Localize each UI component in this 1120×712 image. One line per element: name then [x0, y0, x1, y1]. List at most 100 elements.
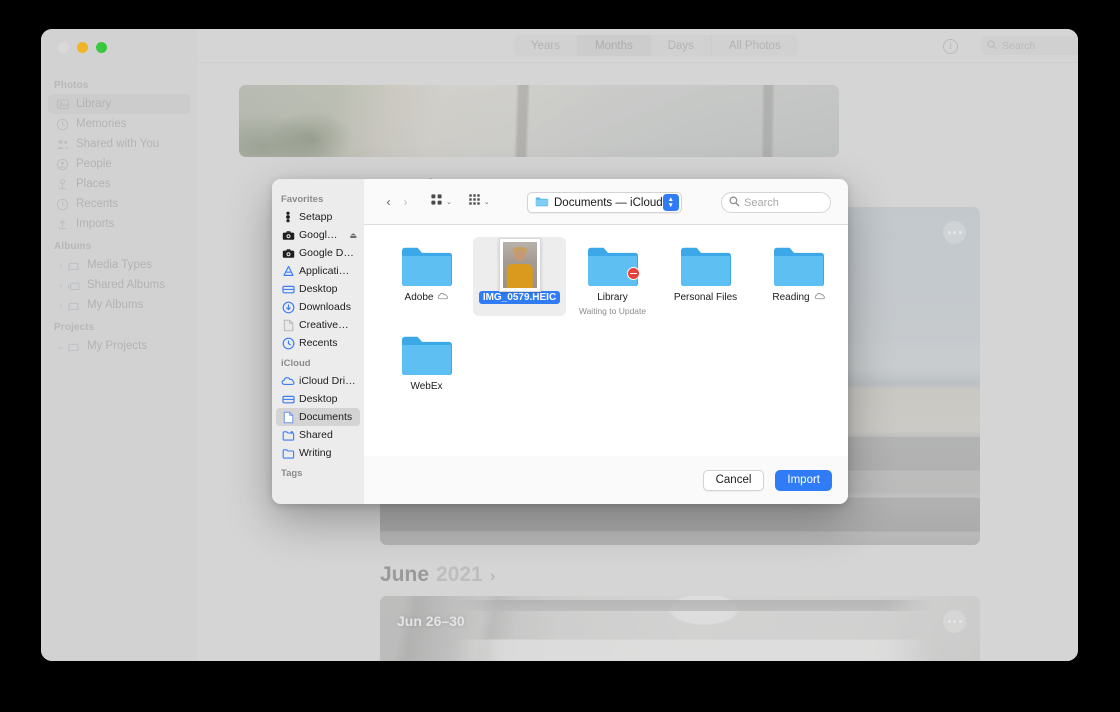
- close-button[interactable]: [58, 42, 69, 53]
- back-button[interactable]: ‹: [380, 192, 397, 211]
- album-icon: [66, 340, 81, 353]
- file-name-text: WebEx: [410, 381, 443, 392]
- photo-thumbnail: [380, 596, 980, 661]
- sidebar-item-my-albums[interactable]: › My Albums: [48, 295, 191, 315]
- sidebar-item-media-types[interactable]: › Media Types: [48, 255, 191, 275]
- tab-years[interactable]: Years: [514, 35, 578, 56]
- dialog-sidebar-item-downloads[interactable]: Downloads: [276, 298, 360, 316]
- chevron-down-icon[interactable]: ⌄: [55, 341, 66, 352]
- import-button[interactable]: Import: [775, 469, 832, 491]
- file-label: Adobe: [401, 291, 453, 304]
- dialog-sidebar-item-label: Google D…: [299, 247, 354, 259]
- photo-card-beach[interactable]: [239, 85, 839, 157]
- tab-all-photos[interactable]: All Photos: [712, 35, 798, 56]
- stepper-icon[interactable]: ▲ ▼: [662, 194, 679, 211]
- dialog-sidebar: Favorites Setapp Googl… ⏏ Google D… Appl…: [272, 179, 364, 504]
- dialog-sidebar-item-icloud-drive[interactable]: iCloud Dri…: [276, 372, 360, 390]
- dialog-sidebar-item-applications[interactable]: Applicati…: [276, 262, 360, 280]
- month-heading-june-2021[interactable]: June 2021 ›: [380, 563, 495, 587]
- dialog-sidebar-item-label: Recents: [299, 337, 338, 349]
- dialog-sidebar-item-shared[interactable]: Shared: [276, 426, 360, 444]
- dialog-sidebar-item-creative-cloud[interactable]: Creative…: [276, 316, 360, 334]
- file-item-webex[interactable]: WebEx: [380, 326, 473, 393]
- document-icon: [281, 319, 295, 332]
- sidebar-item-label: Media Types: [87, 259, 152, 271]
- chevron-right-icon[interactable]: ›: [55, 280, 66, 290]
- file-browser-grid[interactable]: Adobe IMG_0579.HEIC Library Waiting to U…: [364, 225, 848, 456]
- dialog-sidebar-item-writing[interactable]: Writing: [276, 444, 360, 462]
- eject-icon[interactable]: ⏏: [349, 231, 357, 240]
- file-item-reading[interactable]: Reading: [752, 237, 845, 316]
- dialog-search-field[interactable]: Search: [721, 192, 831, 213]
- icon-view-icon: [430, 193, 443, 211]
- applications-icon: [281, 265, 295, 278]
- shared-with-you-icon: [55, 138, 70, 151]
- folder-icon: [679, 242, 732, 286]
- photo-thumbnail: [239, 85, 839, 157]
- dialog-sidebar-item-label: Setapp: [299, 211, 333, 223]
- minimize-button[interactable]: [77, 42, 88, 53]
- gallery-view-button[interactable]: ⌄: [468, 193, 490, 211]
- photo-card-june-2021[interactable]: Jun 26–30: [380, 596, 980, 661]
- file-label: IMG_0579.HEIC: [478, 291, 561, 304]
- icon-view-button[interactable]: ⌄: [430, 193, 452, 211]
- sidebar-item-label: Library: [76, 98, 112, 110]
- downloads-icon: [281, 301, 295, 314]
- dialog-sidebar-item-setapp[interactable]: Setapp: [276, 208, 360, 226]
- file-item-library[interactable]: Library Waiting to Update: [566, 237, 659, 316]
- sidebar-item-shared-albums[interactable]: › Shared Albums: [48, 275, 191, 295]
- photos-search-placeholder: Search: [1002, 39, 1036, 52]
- card-options-icon[interactable]: [943, 221, 966, 244]
- dialog-sidebar-item-desktop-icloud[interactable]: Desktop: [276, 390, 360, 408]
- file-item-img-0579[interactable]: IMG_0579.HEIC: [473, 237, 566, 316]
- sidebar-item-library[interactable]: Library: [48, 94, 191, 114]
- folder-icon: [772, 242, 825, 286]
- sidebar-item-imports[interactable]: Imports: [48, 214, 191, 234]
- photos-search-field[interactable]: Search: [981, 36, 1078, 55]
- dialog-sidebar-item-label: Downloads: [299, 301, 351, 313]
- sidebar-item-people[interactable]: People: [48, 154, 191, 174]
- dialog-search-placeholder: Search: [744, 196, 779, 209]
- info-icon[interactable]: i: [943, 39, 958, 54]
- dialog-sidebar-item-desktop-favorites[interactable]: Desktop: [276, 280, 360, 298]
- sidebar-group-label-photos: Photos: [54, 80, 89, 91]
- waiting-to-update-badge-icon: [627, 267, 640, 280]
- cancel-button[interactable]: Cancel: [702, 469, 765, 491]
- dialog-sidebar-item-google-drive-volume[interactable]: Googl… ⏏: [276, 226, 360, 244]
- photos-sidebar: Photos Library Memories Shared with You …: [41, 29, 198, 661]
- dialog-sidebar-item-label: Documents: [299, 411, 353, 423]
- dialog-nav-buttons[interactable]: ‹ ›: [380, 192, 414, 211]
- forward-button[interactable]: ›: [397, 192, 414, 211]
- sidebar-item-places[interactable]: Places: [48, 174, 191, 194]
- file-item-personal-files[interactable]: Personal Files: [659, 237, 752, 316]
- location-popup-button[interactable]: Documents — iCloud ▲ ▼: [527, 192, 682, 213]
- chevron-right-icon[interactable]: ›: [55, 260, 66, 270]
- sidebar-item-recents[interactable]: Recents: [48, 194, 191, 214]
- file-name-text: Reading: [772, 292, 810, 303]
- sidebar-item-shared-with-you[interactable]: Shared with You: [48, 134, 191, 154]
- chevron-down-icon[interactable]: ⌄: [446, 198, 452, 206]
- dialog-sidebar-group-icloud: iCloud: [281, 358, 311, 369]
- file-item-adobe[interactable]: Adobe: [380, 237, 473, 316]
- import-file-dialog: Favorites Setapp Googl… ⏏ Google D… Appl…: [272, 179, 848, 504]
- sidebar-item-label: Shared with You: [76, 138, 160, 150]
- gallery-view-icon: [468, 193, 481, 211]
- dialog-sidebar-item-documents[interactable]: Documents: [276, 408, 360, 426]
- chevron-down-icon[interactable]: ⌄: [484, 198, 490, 206]
- zoom-button[interactable]: [96, 42, 107, 53]
- file-name-text: Adobe: [404, 292, 434, 303]
- chevron-right-icon[interactable]: ›: [55, 300, 66, 310]
- folder-icon: [400, 242, 453, 286]
- timeline-scope-segmented-control[interactable]: Years Months Days All Photos: [514, 35, 798, 56]
- window-traffic-lights: [58, 42, 107, 53]
- tab-months[interactable]: Months: [578, 35, 651, 56]
- card-options-icon[interactable]: [943, 610, 966, 633]
- tab-days[interactable]: Days: [651, 35, 712, 56]
- dialog-sidebar-item-google-drive[interactable]: Google D…: [276, 244, 360, 262]
- chevron-right-icon[interactable]: ›: [490, 566, 496, 586]
- dialog-sidebar-item-recents[interactable]: Recents: [276, 334, 360, 352]
- sidebar-item-memories[interactable]: Memories: [48, 114, 191, 134]
- sidebar-group-label-projects: Projects: [54, 322, 95, 333]
- sidebar-item-my-projects[interactable]: ⌄ My Projects: [48, 336, 191, 356]
- search-icon: [987, 37, 997, 55]
